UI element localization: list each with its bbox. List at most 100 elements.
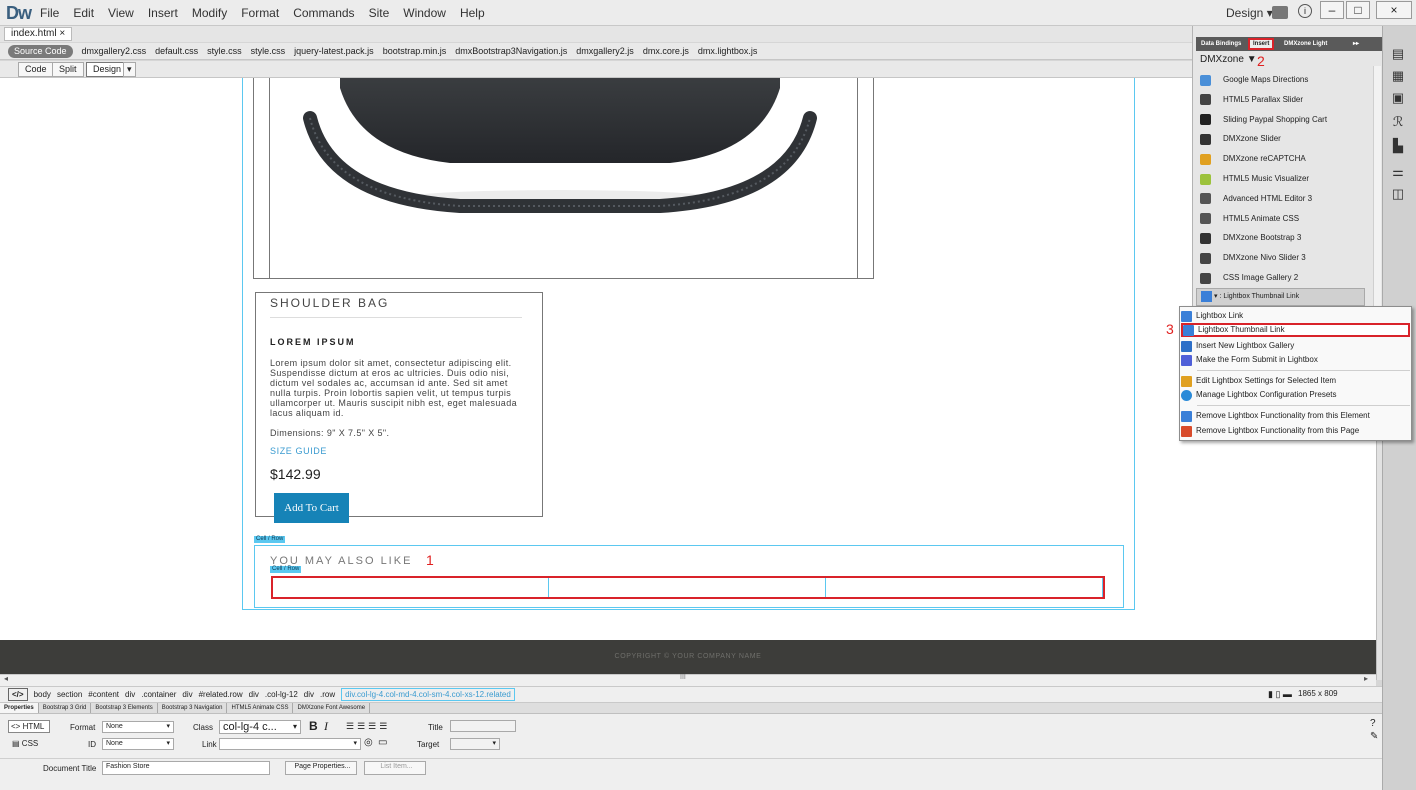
scroll-right-icon[interactable]: ▸ <box>1364 674 1368 683</box>
menu-window[interactable]: Window <box>403 6 446 20</box>
menu-insert[interactable]: Insert <box>148 6 178 20</box>
tab-bootstrap-navigation[interactable]: Bootstrap 3 Navigation <box>158 703 228 713</box>
related-file[interactable]: style.css <box>207 46 242 56</box>
menu-modify[interactable]: Modify <box>192 6 227 20</box>
target-select[interactable]: ▾ <box>450 738 500 750</box>
html-mode-button[interactable]: <> HTML <box>8 720 50 733</box>
snippets-icon[interactable]: ℛ <box>1389 114 1407 130</box>
selected-insert-item[interactable]: ▾ : Lightbox Thumbnail Link <box>1196 288 1365 306</box>
source-code-button[interactable]: Source Code <box>8 44 73 58</box>
panel-scrollbar[interactable] <box>1373 66 1381 306</box>
tag-item[interactable]: .container <box>141 687 176 702</box>
format-select[interactable]: None ▾ <box>102 721 174 733</box>
edit-icon[interactable]: ✎ <box>1370 731 1378 742</box>
menu-edit[interactable]: Edit <box>73 6 94 20</box>
behaviors-icon[interactable]: ◫ <box>1389 186 1407 202</box>
layout-icon[interactable] <box>1272 6 1288 19</box>
tab-animate-css[interactable]: HTML5 Animate CSS <box>227 703 294 713</box>
insert-item[interactable]: Sliding Paypal Shopping Cart <box>1200 110 1370 130</box>
menu-help[interactable]: Help <box>460 6 485 20</box>
cell-row-badge[interactable]: Cell / Row <box>270 566 302 573</box>
insert-item[interactable]: DMXzone Nivo Slider 3 <box>1200 248 1370 268</box>
related-file[interactable]: dmxBootstrap3Navigation.js <box>455 46 567 56</box>
help-icon[interactable]: ? <box>1370 718 1376 729</box>
related-file[interactable]: dmxgallery2.css <box>82 46 147 56</box>
insert-icon[interactable]: ▦ <box>1389 68 1407 84</box>
menu-site[interactable]: Site <box>369 6 390 20</box>
maximize-button[interactable]: □ <box>1346 1 1370 19</box>
link-field[interactable]: ▾ <box>219 738 361 750</box>
assets-icon[interactable]: ▣ <box>1389 90 1407 106</box>
menu-manage-presets[interactable]: Manage Lightbox Configuration Presets <box>1181 388 1410 402</box>
insert-item[interactable]: Google Maps Directions <box>1200 70 1370 90</box>
cell-row-badge[interactable]: Cell / Row <box>254 536 286 543</box>
size-guide-link[interactable]: SIZE GUIDE <box>270 446 327 456</box>
tag-item[interactable]: .row <box>320 687 335 702</box>
insert-item[interactable]: CSS Image Gallery 2 <box>1200 268 1370 288</box>
insert-item[interactable]: DMXzone reCAPTCHA <box>1200 149 1370 169</box>
chevron-down-icon[interactable]: ▾ <box>123 62 136 77</box>
related-file[interactable]: bootstrap.min.js <box>383 46 447 56</box>
css-mode-button[interactable]: ▤ CSS <box>12 739 38 748</box>
design-view-button[interactable]: Design <box>86 62 129 77</box>
tag-item[interactable]: div <box>125 687 135 702</box>
tag-item[interactable]: #content <box>88 687 119 702</box>
split-view-button[interactable]: Split <box>52 62 84 77</box>
close-icon[interactable]: × <box>59 28 65 39</box>
tag-item[interactable]: #related.row <box>199 687 243 702</box>
scroll-left-icon[interactable]: ◂ <box>4 674 8 683</box>
workspace-switcher[interactable]: Design ▾ <box>1226 6 1273 20</box>
tab-dmxzone-light[interactable]: DMXzone Light <box>1281 38 1330 50</box>
related-columns-row[interactable] <box>271 576 1105 599</box>
code-tag-icon[interactable]: </> <box>8 688 28 701</box>
bold-button[interactable]: B <box>309 719 318 733</box>
tab-data-bindings[interactable]: Data Bindings <box>1198 38 1244 50</box>
minimize-button[interactable]: – <box>1320 1 1344 19</box>
files-icon[interactable]: ▤ <box>1389 46 1407 62</box>
class-select[interactable]: col-lg-4 c... ▾ <box>219 720 301 734</box>
tab-bootstrap-elements[interactable]: Bootstrap 3 Elements <box>91 703 158 713</box>
window-size[interactable]: 1865 x 809 <box>1298 689 1338 698</box>
menu-insert-new-lightbox-gallery[interactable]: Insert New Lightbox Gallery <box>1181 339 1410 353</box>
menu-commands[interactable]: Commands <box>293 6 354 20</box>
related-file[interactable]: style.css <box>251 46 286 56</box>
menu-form-submit-lightbox[interactable]: Make the Form Submit in Lightbox <box>1181 353 1410 367</box>
related-file[interactable]: dmxgallery2.js <box>576 46 634 56</box>
insert-item[interactable]: DMXzone Slider <box>1200 129 1370 149</box>
tab-insert[interactable]: Insert <box>1248 38 1275 50</box>
folder-icon[interactable]: ▭ <box>378 737 387 748</box>
menu-edit-lightbox-settings[interactable]: Edit Lightbox Settings for Selected Item <box>1181 374 1410 388</box>
tag-item[interactable]: body <box>34 687 51 702</box>
point-to-file-icon[interactable]: ◎ <box>364 737 373 748</box>
menu-remove-from-page[interactable]: Remove Lightbox Functionality from this … <box>1181 424 1410 438</box>
scroll-grip-icon[interactable]: III <box>680 674 686 681</box>
tab-bootstrap-grid[interactable]: Bootstrap 3 Grid <box>39 703 92 713</box>
tab-properties[interactable]: Properties <box>0 703 39 713</box>
info-icon[interactable]: i <box>1298 4 1312 18</box>
tab-font-awesome[interactable]: DMXzone Font Awesome <box>293 703 371 713</box>
document-title-field[interactable]: Fashion Store <box>102 761 270 775</box>
add-to-cart-button[interactable]: Add To Cart <box>274 493 349 523</box>
insert-item[interactable]: HTML5 Parallax Slider <box>1200 90 1370 110</box>
related-column[interactable] <box>826 578 1103 597</box>
device-preview-icon[interactable]: ▮ ▯ ▬ <box>1268 689 1292 700</box>
tag-item[interactable]: .col-lg-12 <box>265 687 298 702</box>
list-buttons-icon[interactable]: ☰☰☰☰ <box>346 721 390 732</box>
dom-icon[interactable]: ⚌ <box>1389 164 1407 180</box>
id-select[interactable]: None ▾ <box>102 738 174 750</box>
insert-item[interactable]: HTML5 Animate CSS <box>1200 209 1370 229</box>
insert-item[interactable]: Advanced HTML Editor 3 <box>1200 189 1370 209</box>
related-file[interactable]: dmx.lightbox.js <box>698 46 758 56</box>
menu-remove-from-element[interactable]: Remove Lightbox Functionality from this … <box>1181 409 1410 423</box>
menu-lightbox-link[interactable]: Lightbox Link <box>1181 309 1410 323</box>
related-file[interactable]: default.css <box>155 46 198 56</box>
tag-item[interactable]: div <box>182 687 192 702</box>
code-view-button[interactable]: Code <box>18 62 54 77</box>
close-button[interactable]: × <box>1376 1 1412 19</box>
tab-index-html[interactable]: index.html × <box>4 27 73 41</box>
tag-item[interactable]: div <box>304 687 314 702</box>
horizontal-scrollbar[interactable] <box>0 674 1376 686</box>
menu-file[interactable]: File <box>40 6 59 20</box>
insert-item[interactable]: DMXzone Bootstrap 3 <box>1200 228 1370 248</box>
related-file[interactable]: dmx.core.js <box>643 46 689 56</box>
